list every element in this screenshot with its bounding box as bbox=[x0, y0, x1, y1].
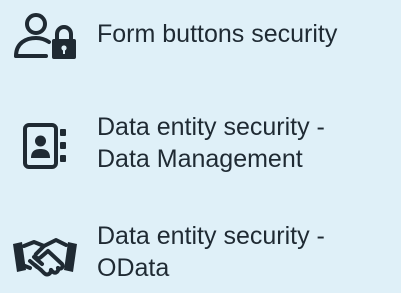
security-list: Form buttons security Data entity securi… bbox=[0, 0, 401, 293]
list-item-data-entity-security-data-management[interactable]: Data entity security - Data Management bbox=[0, 105, 401, 195]
list-item-label-line-1: Data entity security - bbox=[97, 222, 325, 250]
list-item-label-line-2: Data Management bbox=[97, 145, 303, 173]
list-item-label-line-2: OData bbox=[97, 254, 170, 282]
list-item-data-entity-security-odata[interactable]: Data entity security - OData bbox=[0, 212, 401, 293]
contact-card-icon bbox=[22, 122, 70, 172]
handshake-icon bbox=[10, 230, 80, 280]
list-item-label: Form buttons security bbox=[97, 20, 338, 48]
list-item-label-line-1: Data entity security - bbox=[97, 113, 325, 141]
user-lock-icon bbox=[12, 10, 84, 62]
list-item-form-buttons-security[interactable]: Form buttons security bbox=[0, 0, 401, 80]
